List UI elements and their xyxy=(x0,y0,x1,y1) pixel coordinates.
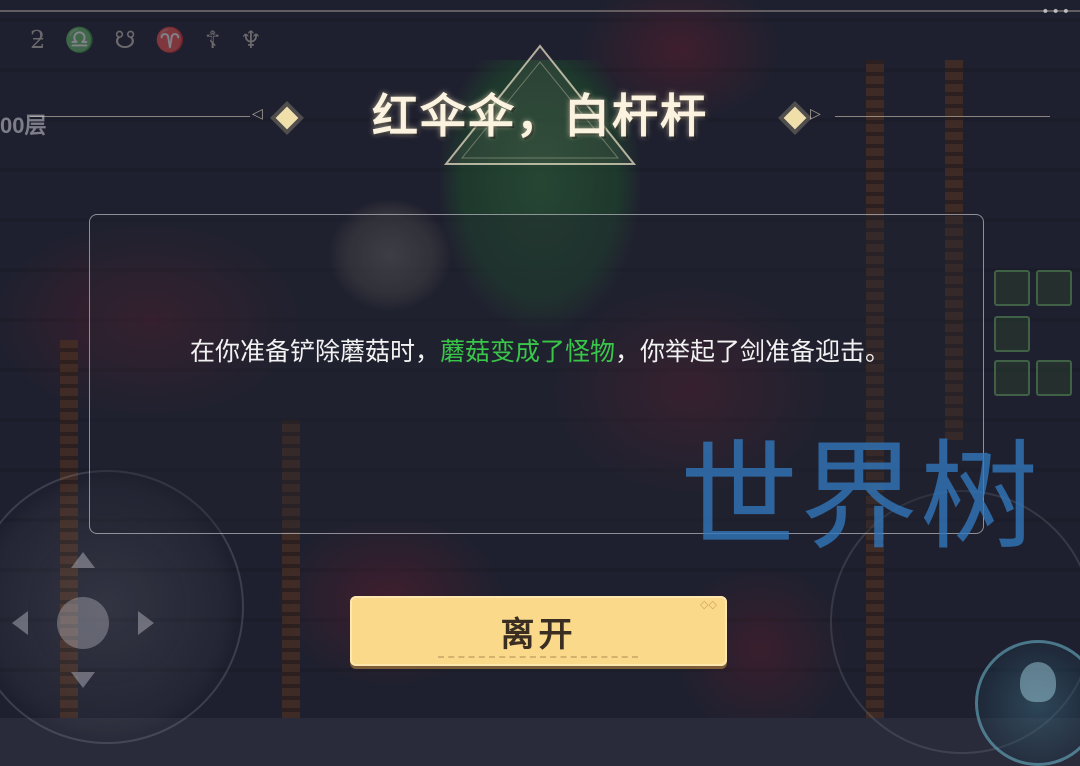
item-slot[interactable] xyxy=(994,316,1030,352)
flame-icon xyxy=(1020,662,1056,702)
event-description: 在你准备铲除蘑菇时，蘑菇变成了怪物，你举起了剑准备迎击。 xyxy=(130,332,950,372)
joystick-knob[interactable] xyxy=(57,597,109,649)
joystick-right-arrow-icon xyxy=(138,611,154,635)
item-slot[interactable] xyxy=(994,270,1030,306)
joystick-down-arrow-icon xyxy=(71,672,95,688)
description-part: ，你举起了剑准备迎击。 xyxy=(615,337,891,366)
top-frame-line xyxy=(0,10,1080,12)
more-menu-icon[interactable]: ••• xyxy=(1041,4,1072,20)
button-corner-ornament-icon: ◇◇ xyxy=(700,598,717,611)
item-slot[interactable] xyxy=(994,360,1030,396)
leave-button-underline xyxy=(438,656,638,658)
description-part: 在你准备铲除蘑菇时， xyxy=(189,337,440,366)
joystick-up-arrow-icon xyxy=(71,552,95,568)
event-title: 红伞伞，白杆杆 xyxy=(372,89,708,143)
watermark: 世界树 xyxy=(680,428,1041,566)
item-slot[interactable] xyxy=(1036,270,1072,306)
item-slot[interactable] xyxy=(1036,360,1072,396)
description-highlight: 蘑菇变成了怪物 xyxy=(439,337,615,366)
joystick-left-arrow-icon xyxy=(12,611,28,635)
rune-symbols: ƻ ♎ ☋ ♈ ☦ ♆ xyxy=(30,26,268,54)
